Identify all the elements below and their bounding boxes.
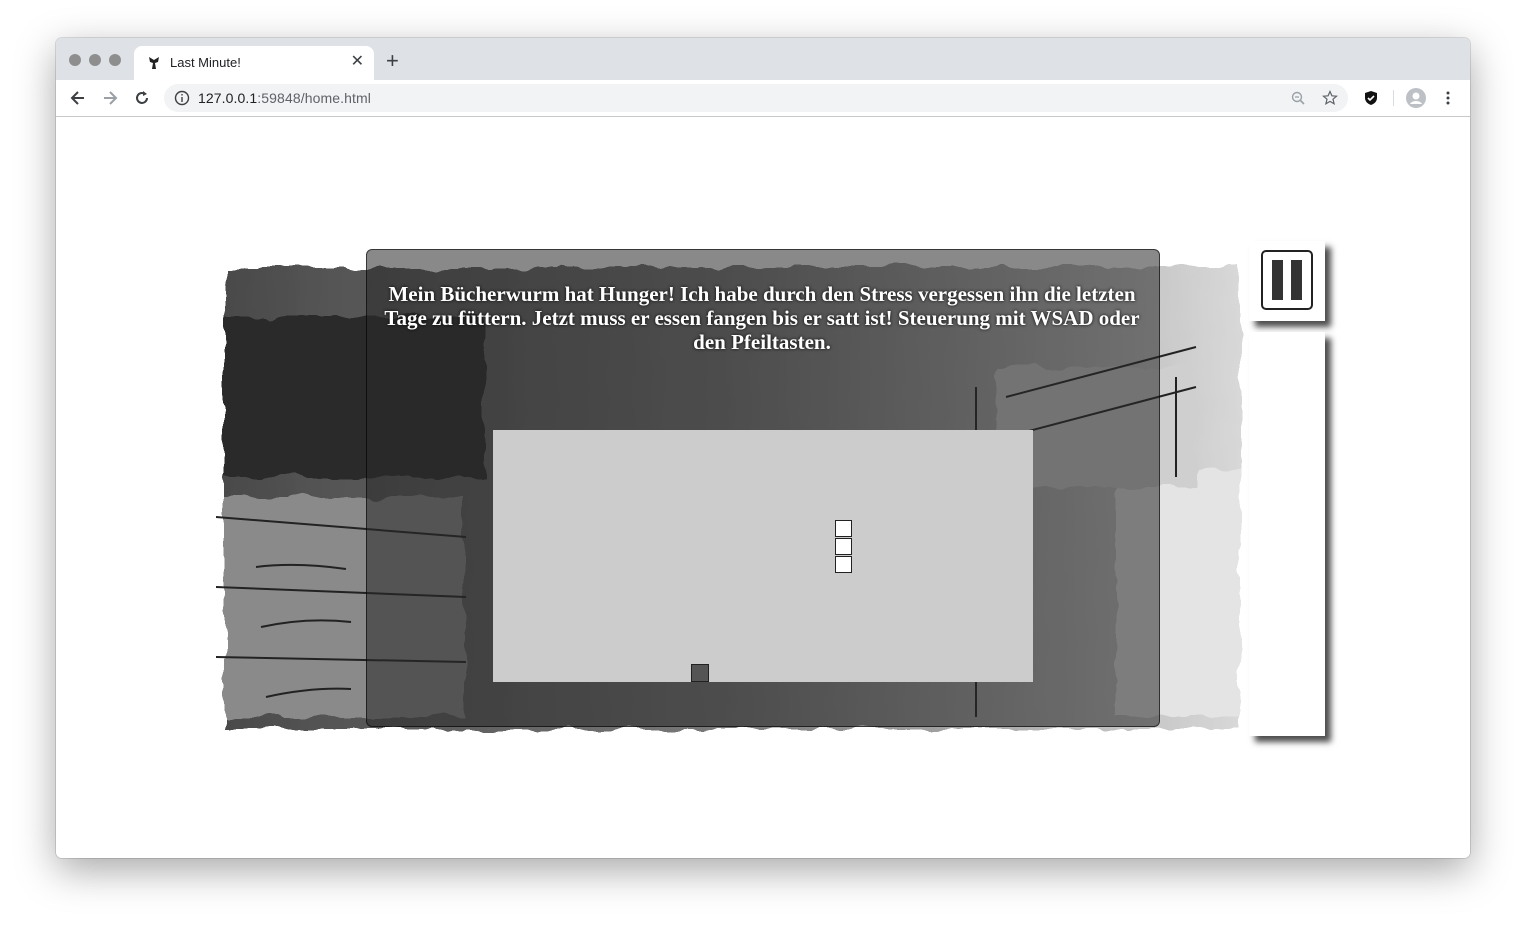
close-icon[interactable]: ✕ — [351, 53, 364, 71]
page-content: Mein Bücherwurm hat Hunger! Ich habe dur… — [56, 117, 1470, 858]
food-block — [691, 664, 709, 682]
profile-icon[interactable] — [1406, 88, 1426, 108]
shield-extension-icon[interactable] — [1363, 90, 1379, 106]
worm-segment — [835, 556, 852, 573]
close-window-dot[interactable] — [69, 54, 81, 66]
new-tab-icon[interactable]: + — [386, 50, 399, 72]
worm-segment — [835, 538, 852, 555]
minimize-window-dot[interactable] — [89, 54, 101, 66]
side-panel — [1249, 332, 1325, 736]
zoom-icon[interactable] — [1290, 90, 1306, 106]
worm-favicon-icon — [149, 57, 159, 69]
star-icon[interactable] — [1322, 90, 1338, 106]
browser-toolbar: 127.0.0.1:59848/home.html — [56, 80, 1470, 117]
browser-tab[interactable]: Last Minute! ✕ — [134, 46, 374, 80]
tab-title: Last Minute! — [170, 55, 241, 70]
maximize-window-dot[interactable] — [109, 54, 121, 66]
story-text: Mein Bücherwurm hat Hunger! Ich habe dur… — [384, 282, 1140, 354]
forward-icon[interactable] — [100, 88, 120, 108]
back-icon[interactable] — [68, 88, 88, 108]
browser-window: Last Minute! ✕ + 127.0.0.1:59848/home.ht… — [56, 38, 1470, 858]
menu-icon[interactable] — [1440, 90, 1456, 106]
address-bar[interactable]: 127.0.0.1:59848/home.html — [164, 84, 1348, 112]
url-text[interactable]: 127.0.0.1:59848/home.html — [198, 90, 371, 106]
info-icon[interactable] — [174, 90, 190, 106]
reload-icon[interactable] — [132, 88, 152, 108]
tab-strip: Last Minute! ✕ + — [56, 38, 1470, 80]
game-field[interactable] — [493, 430, 1033, 682]
pause-icon — [1291, 260, 1302, 300]
pause-panel — [1249, 241, 1325, 321]
pause-button[interactable] — [1261, 250, 1313, 310]
pause-icon — [1272, 260, 1283, 300]
toolbar-divider — [1393, 90, 1394, 106]
worm-segment — [835, 520, 852, 537]
